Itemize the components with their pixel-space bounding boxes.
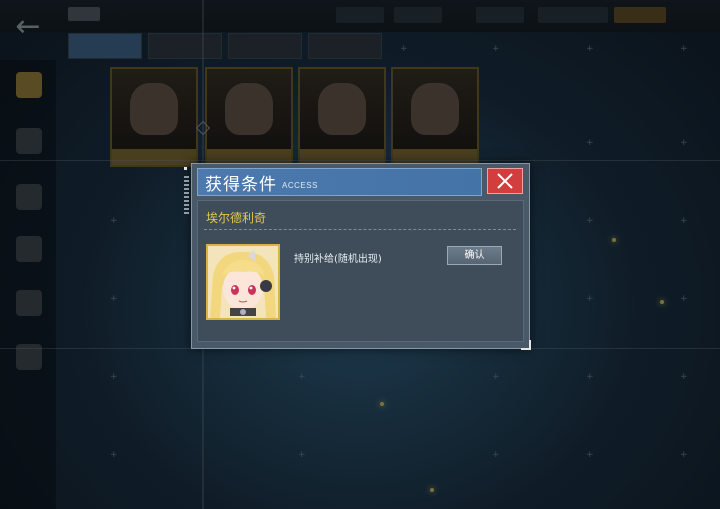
grid-plus-icon: + [680,294,688,304]
filter-tab [148,33,222,59]
filter-tab [228,33,302,59]
dialog-content: 埃尔德利奇 持别补给(随机出现) 确认 [197,200,524,342]
character-card [298,67,386,167]
filter-tab [68,33,142,59]
grid-plus-icon: + [110,294,118,304]
grid-plus-icon: + [492,372,500,382]
dashed-divider [204,229,516,230]
obtain-method-text: 持别补给(随机出现) [294,254,382,265]
grid-plus-icon: + [586,372,594,382]
top-gold-button [614,7,666,23]
character-card [391,67,479,167]
grid-plus-icon: + [492,450,500,460]
top-filter-pill [476,7,524,23]
confirm-button[interactable]: 确认 [447,246,502,265]
character-card [205,67,293,167]
rail-icon [16,290,42,316]
character-portrait-art [208,246,278,318]
star-node-icon [430,488,434,492]
star-node-icon [660,300,664,304]
grid-plus-icon: + [586,294,594,304]
grid-line [0,160,720,161]
grid-plus-icon: + [298,450,306,460]
grid-plus-icon: + [680,372,688,382]
star-node-icon [380,402,384,406]
dialog-header: 获得条件 ACCESS [197,168,482,196]
left-rail [0,60,56,509]
rail-icon [16,236,42,262]
character-card [110,67,198,167]
top-filter-pill [394,7,442,23]
close-icon [497,173,513,189]
filter-tab [308,33,382,59]
grid-plus-icon: + [586,138,594,148]
grid-plus-icon: + [680,216,688,226]
grid-plus-icon: + [492,44,500,54]
grid-plus-icon: + [586,44,594,54]
dialog-title: 获得条件 [205,175,277,195]
grid-plus-icon: + [400,44,408,54]
back-arrow-icon: ← [15,9,41,44]
grid-plus-icon: + [110,450,118,460]
grid-plus-icon: + [680,44,688,54]
grid-plus-icon: + [298,372,306,382]
top-filter-pill [538,7,608,23]
grid-plus-icon: + [680,450,688,460]
top-filter-pill [336,7,384,23]
access-dialog: 获得条件 ACCESS 埃尔德利奇 持别补给(随机出现) 确认 [184,163,531,350]
grid-plus-icon: + [110,216,118,226]
rail-icon [16,128,42,154]
corner-marker [184,167,187,170]
grid-plus-icon: + [680,138,688,148]
close-button[interactable] [487,168,523,194]
dialog-subtitle: ACCESS [282,181,318,190]
rail-icon [16,72,42,98]
grid-plus-icon: + [586,450,594,460]
top-bar [0,0,720,32]
side-tag-decoration [184,176,189,214]
character-portrait [206,244,280,320]
character-name: 埃尔德利奇 [206,211,267,225]
grid-plus-icon: + [586,216,594,226]
top-title-placeholder [68,7,100,21]
rail-icon [16,184,42,210]
star-node-icon [612,238,616,242]
grid-plus-icon: + [110,372,118,382]
